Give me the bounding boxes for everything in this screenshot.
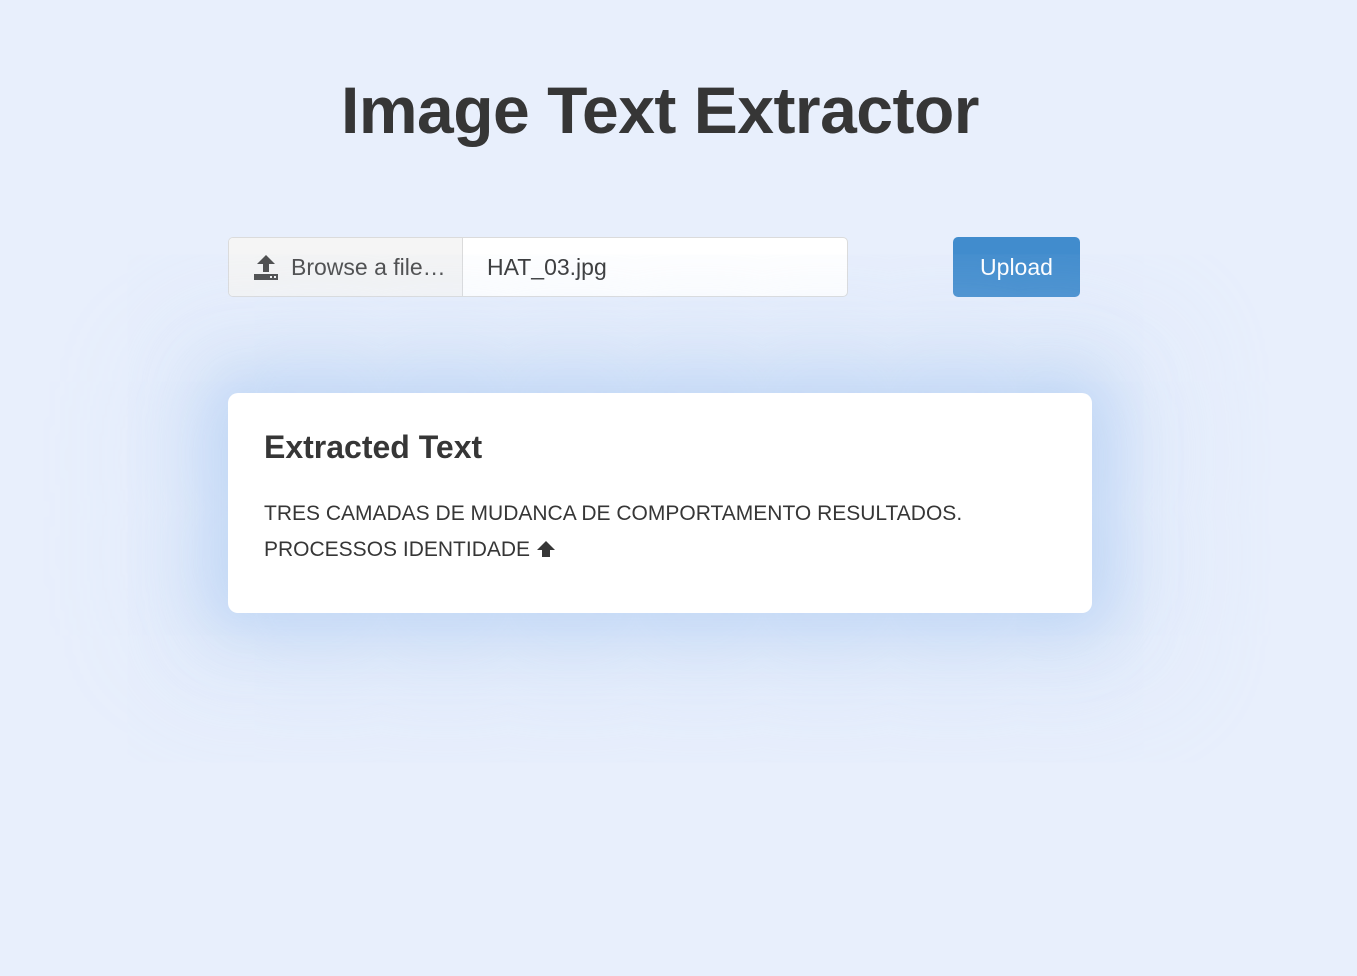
upload-icon (253, 253, 279, 281)
browse-file-button[interactable]: Browse a file… (229, 238, 463, 296)
selected-file-name: HAT_03.jpg (487, 253, 607, 280)
page-title: Image Text Extractor (340, 73, 980, 147)
extracted-text-card: Extracted Text TRES CAMADAS DE MUDANCA D… (228, 393, 1092, 613)
browse-file-label: Browse a file… (291, 253, 446, 280)
upload-button[interactable]: Upload (953, 237, 1080, 297)
file-input-group[interactable]: Browse a file… HAT_03.jpg (228, 237, 848, 297)
page: Image Text Extractor Browse a file… HAT_… (0, 0, 1357, 976)
extracted-text-heading: Extracted Text (264, 429, 483, 465)
arrow-up-icon (536, 534, 556, 557)
extracted-text-body: TRES CAMADAS DE MUDANCA DE COMPORTAMENTO… (264, 496, 1056, 568)
extracted-text-content: TRES CAMADAS DE MUDANCA DE COMPORTAMENTO… (264, 502, 963, 561)
